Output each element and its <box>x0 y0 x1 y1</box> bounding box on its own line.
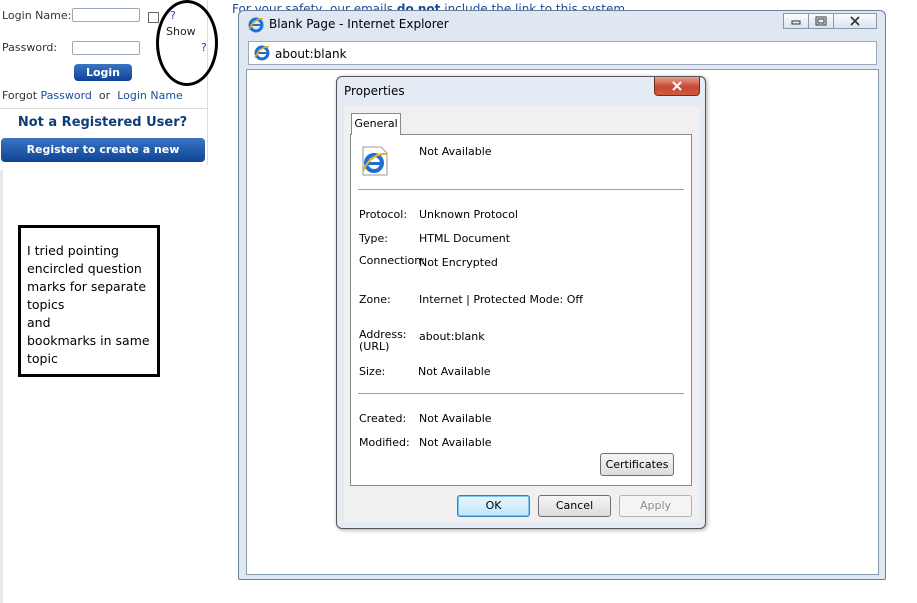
general-tab-panel: Not Available Protocol: Unknown Protocol… <box>350 134 692 486</box>
annotation-circle <box>156 0 218 86</box>
note-line: and <box>27 315 51 330</box>
size-label: Size: <box>359 365 386 378</box>
password-input[interactable] <box>72 41 140 55</box>
divider <box>358 393 684 394</box>
address-url-label: (URL) <box>359 340 390 353</box>
close-icon <box>850 16 860 26</box>
certificates-button[interactable]: Certificates <box>600 453 674 476</box>
register-button[interactable]: Register to create a new account <box>1 138 205 180</box>
type-label: Type: <box>359 232 388 245</box>
dialog-close-button[interactable] <box>654 77 700 96</box>
login-button[interactable]: Login <box>74 64 132 81</box>
restore-button[interactable] <box>808 13 834 29</box>
restore-icon <box>815 16 827 26</box>
modified-label: Modified: <box>359 436 410 449</box>
modified-value: Not Available <box>419 436 492 449</box>
login-divider <box>0 108 207 109</box>
annotation-note: I tried pointing encircled question mark… <box>18 225 160 377</box>
zone-label: Zone: <box>359 293 391 306</box>
forgot-login-name-link[interactable]: Login Name <box>117 89 183 102</box>
note-line: I tried pointing <box>27 243 119 258</box>
ie-page-icon <box>254 45 270 61</box>
page-title-value: Not Available <box>419 145 492 158</box>
ok-button[interactable]: OK <box>457 495 530 517</box>
protocol-value: Unknown Protocol <box>419 208 518 221</box>
forgot-prefix: Forgot <box>2 89 38 102</box>
ie-document-icon <box>362 146 388 176</box>
type-value: HTML Document <box>419 232 511 245</box>
created-value: Not Available <box>419 412 492 425</box>
login-name-label: Login Name: <box>2 9 72 22</box>
note-line: marks for separate <box>27 279 147 294</box>
close-icon <box>672 81 682 91</box>
note-line: topics <box>27 297 65 312</box>
forgot-or: or <box>98 89 111 102</box>
connection-label: Connection: <box>359 254 425 267</box>
divider <box>358 189 684 190</box>
ie-icon <box>248 17 264 33</box>
cancel-button[interactable]: Cancel <box>538 495 611 517</box>
size-value: Not Available <box>418 365 491 378</box>
apply-button[interactable]: Apply <box>619 495 692 517</box>
dialog-title: Properties <box>344 84 405 98</box>
address-bar[interactable]: about:blank <box>248 41 877 65</box>
window-controls <box>783 13 877 29</box>
note-line: encircled question <box>27 261 142 276</box>
forgot-credentials: Forgot Password or Login Name <box>2 89 183 102</box>
password-label: Password: <box>2 41 58 54</box>
close-button[interactable] <box>833 13 877 29</box>
created-label: Created: <box>359 412 407 425</box>
forgot-password-link[interactable]: Password <box>41 89 92 102</box>
show-checkbox[interactable] <box>148 12 159 23</box>
note-line: bookmarks in same <box>27 333 150 348</box>
dialog-body: General Not Available Protocol: Unknown … <box>344 106 700 522</box>
note-line: topic <box>27 351 58 366</box>
minimize-button[interactable] <box>783 13 809 29</box>
left-edge-strip <box>0 170 3 603</box>
protocol-label: Protocol: <box>359 208 408 221</box>
properties-dialog: Properties General Not Available Protoco… <box>336 76 706 529</box>
ie-window-title: Blank Page - Internet Explorer <box>269 17 449 31</box>
zone-value: Internet | Protected Mode: Off <box>419 293 583 306</box>
minimize-icon <box>791 20 801 25</box>
connection-value: Not Encrypted <box>419 256 498 269</box>
tab-general[interactable]: General <box>351 113 401 135</box>
login-name-input[interactable] <box>72 8 140 22</box>
address-text: about:blank <box>275 47 347 61</box>
not-registered-heading: Not a Registered User? <box>17 115 188 130</box>
address-value[interactable]: about:blank <box>419 330 485 343</box>
